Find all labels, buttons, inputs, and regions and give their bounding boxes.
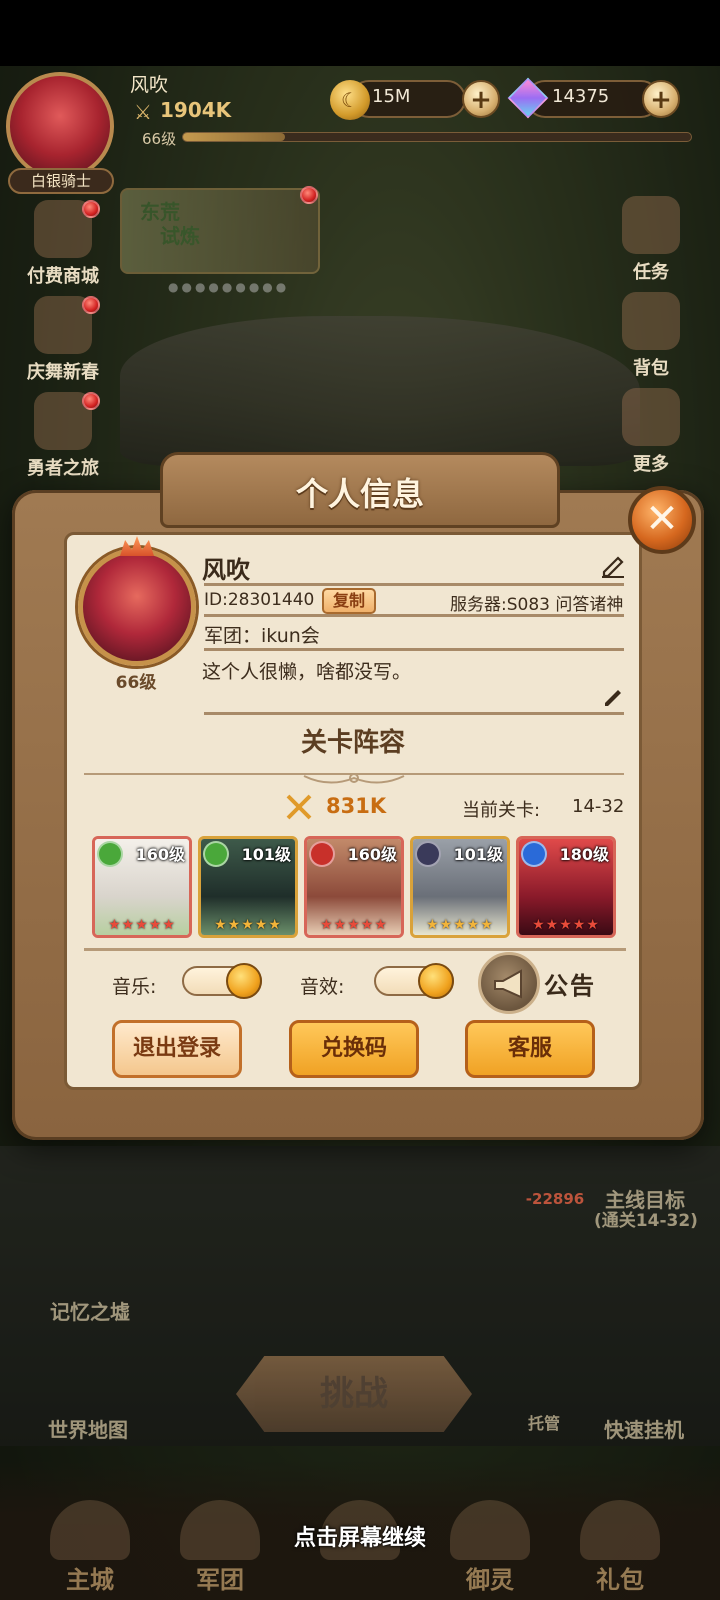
hero-stars: ★★★★★ (214, 917, 282, 933)
logout-button[interactable]: 退出登录 (112, 1020, 242, 1078)
crossed-swords-icon (286, 794, 312, 820)
redeem-code-button[interactable]: 兑换码 (289, 1020, 419, 1078)
hero-level: 101级 (241, 845, 291, 864)
fire-faction-icon (309, 841, 335, 867)
sfx-label: 音效: (300, 976, 345, 998)
profile-level: 66级 (115, 673, 157, 693)
profile-server: 服务器:S083 问答诸神 (450, 595, 624, 615)
hero-card[interactable]: 101级 ★★★★★ (198, 836, 298, 938)
profile-guild: 军团：ikun会 (204, 625, 320, 647)
divider (204, 583, 624, 586)
edit-signature-icon[interactable] (602, 686, 624, 708)
profile-name: 风吹 (202, 556, 250, 584)
hero-level: 101级 (453, 845, 503, 864)
divider (204, 614, 624, 617)
modal-title: 个人信息 (295, 475, 424, 513)
hero-level: 160级 (135, 845, 185, 864)
toggle-knob (418, 963, 454, 999)
divider (84, 948, 626, 951)
announcement-button[interactable] (478, 952, 540, 1014)
wind-faction-icon (97, 841, 123, 867)
sfx-toggle[interactable] (374, 963, 454, 999)
ornament-divider-icon (84, 773, 624, 784)
light-faction-icon (415, 841, 441, 867)
close-button[interactable]: ✕ (628, 486, 696, 554)
divider (204, 648, 624, 651)
divider (204, 712, 624, 715)
profile-signature: 这个人很懒，啥都没写。 (202, 661, 412, 683)
water-faction-icon (521, 841, 547, 867)
music-label: 音乐: (112, 976, 157, 998)
hero-level: 180级 (559, 845, 609, 864)
customer-service-button[interactable]: 客服 (465, 1020, 595, 1078)
announcement-label: 公告 (544, 972, 596, 1000)
wind-faction-icon (203, 841, 229, 867)
lineup-title: 关卡阵容 (300, 728, 405, 758)
hero-stars: ★★★★★ (426, 917, 494, 933)
hero-card[interactable]: 101级 ★★★★★ (410, 836, 510, 938)
hero-card[interactable]: 180级 ★★★★★ (516, 836, 616, 938)
profile-id: ID:28301440 (204, 590, 315, 610)
hero-card[interactable]: 160级 ★★★★★ (92, 836, 192, 938)
copy-id-button[interactable]: 复制 (322, 588, 376, 614)
current-stage-label: 当前关卡: (462, 800, 541, 821)
edit-name-icon[interactable] (600, 552, 626, 578)
hero-stars: ★★★★★ (532, 917, 600, 933)
current-stage-value: 14-32 (572, 796, 625, 817)
toggle-knob (226, 963, 262, 999)
tap-to-continue-hint[interactable]: 点击屏幕继续 (0, 1520, 720, 1552)
lineup-power: 831K (326, 794, 387, 818)
modal-title-plate: 个人信息 (160, 452, 560, 528)
hero-stars: ★★★★★ (320, 917, 388, 933)
hero-card[interactable]: 160级 ★★★★★ (304, 836, 404, 938)
hero-stars: ★★★★★ (108, 917, 176, 933)
music-toggle[interactable] (182, 963, 262, 999)
megaphone-icon (494, 969, 522, 999)
hero-level: 160级 (347, 845, 397, 864)
profile-avatar[interactable] (78, 548, 196, 666)
